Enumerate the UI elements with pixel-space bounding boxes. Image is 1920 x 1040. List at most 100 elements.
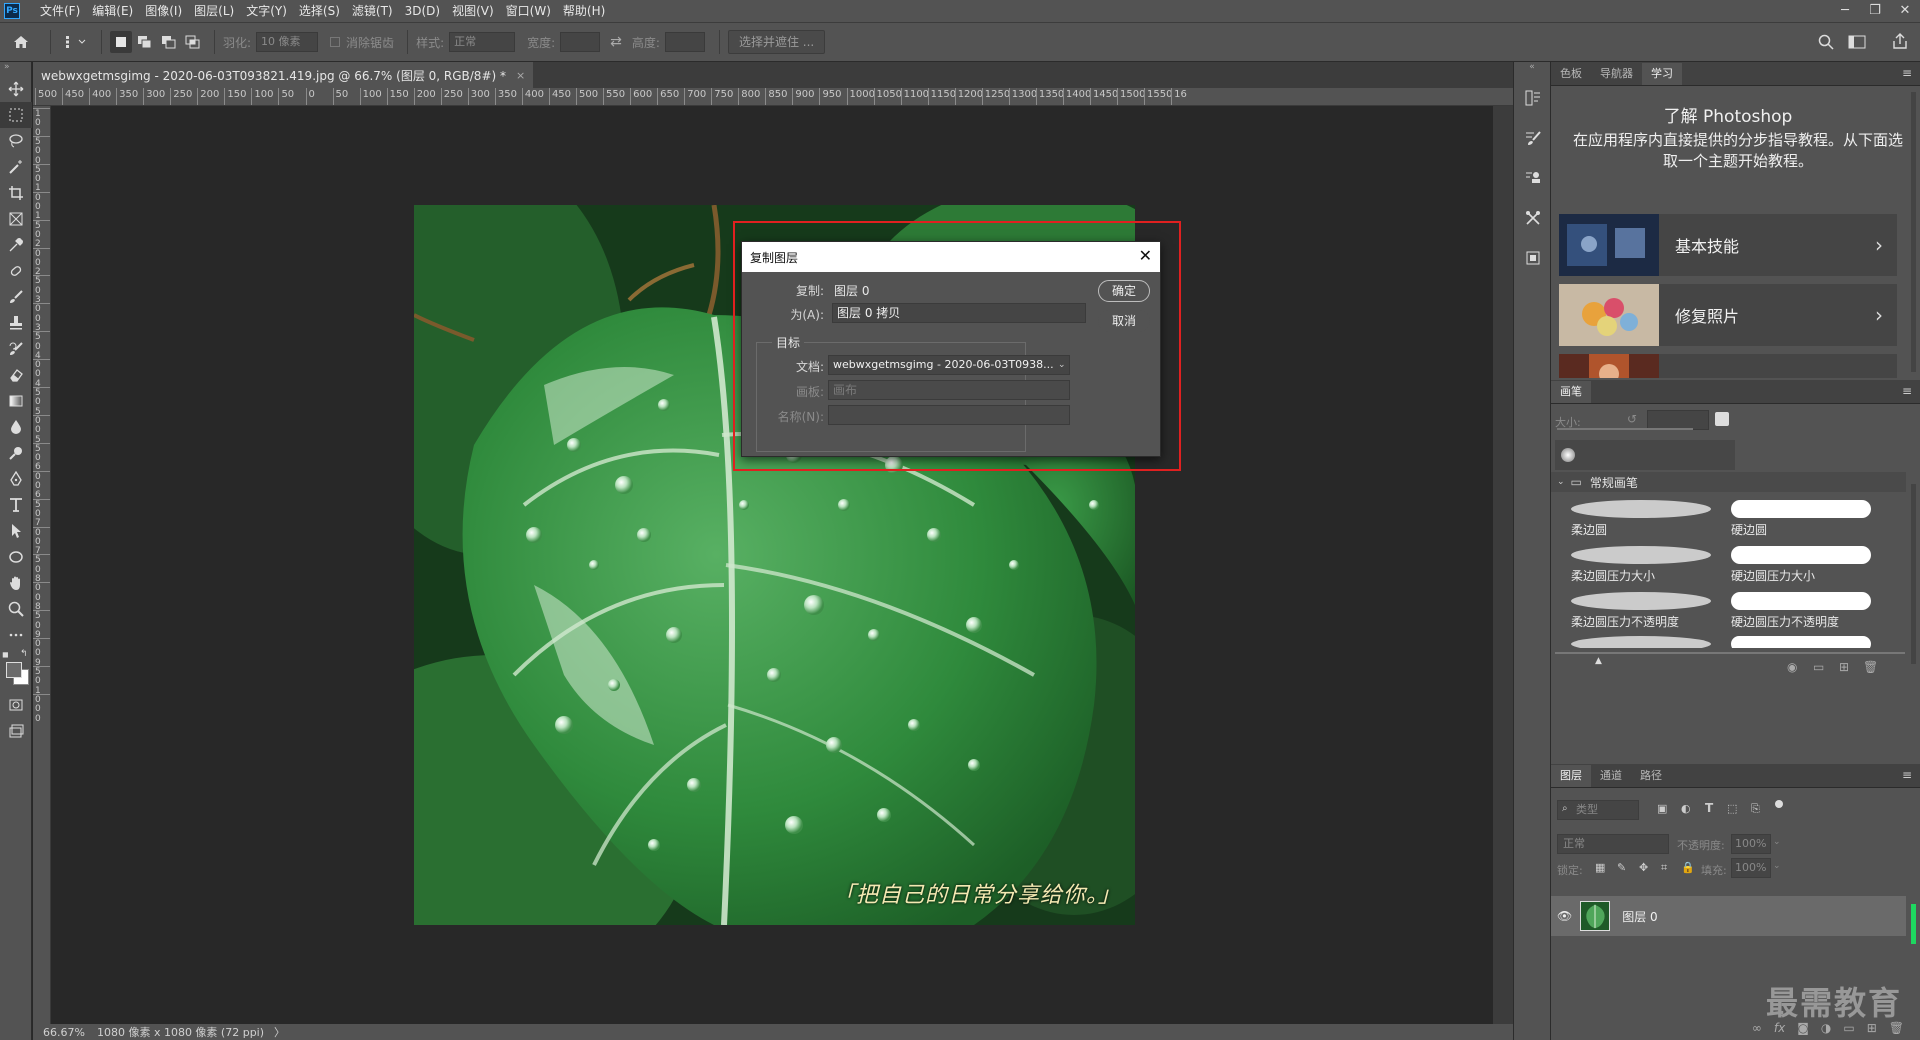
screen-mode-icon[interactable]: [0, 718, 32, 744]
slider-thumb-icon[interactable]: ▲: [1595, 656, 1602, 666]
tool-presets-panel-icon[interactable]: [1514, 198, 1552, 238]
collapse-panels-icon[interactable]: «: [1514, 62, 1550, 78]
tab-swatches[interactable]: 色板: [1551, 63, 1591, 85]
menu-edit[interactable]: 编辑(E): [86, 0, 139, 22]
eraser-tool-icon[interactable]: [0, 362, 32, 388]
reset-size-icon[interactable]: ↺: [1627, 412, 1637, 426]
brush-settings-panel-icon[interactable]: [1514, 118, 1552, 158]
menu-file[interactable]: 文件(F): [34, 0, 86, 22]
status-menu-arrow[interactable]: 〉: [274, 1024, 285, 1040]
minimize-button[interactable]: ─: [1830, 0, 1860, 22]
recent-brush-swatch[interactable]: [1561, 448, 1575, 462]
layers-scroll-indicator[interactable]: [1911, 904, 1916, 944]
lock-all-icon[interactable]: 🔒: [1681, 861, 1695, 874]
zoom-level[interactable]: 66.67%: [33, 1026, 97, 1039]
learn-scrollbar[interactable]: [1911, 92, 1916, 372]
tab-layers[interactable]: 图层: [1551, 765, 1591, 787]
ok-button[interactable]: 确定: [1098, 280, 1150, 302]
subtract-from-selection-button[interactable]: [158, 31, 180, 53]
menu-view[interactable]: 视图(V): [446, 0, 500, 22]
zoom-tool-icon[interactable]: [0, 596, 32, 622]
brush-scrollbar[interactable]: [1911, 484, 1916, 664]
filter-toggle-icon[interactable]: [1775, 800, 1783, 808]
dialog-close-icon[interactable]: ✕: [1139, 247, 1152, 265]
menu-help[interactable]: 帮助(H): [557, 0, 611, 22]
foreground-color-swatch[interactable]: [6, 662, 22, 678]
tab-channels[interactable]: 通道: [1591, 765, 1631, 787]
tab-learn[interactable]: 学习: [1642, 63, 1682, 85]
brush-item[interactable]: 柔边圆: [1567, 496, 1722, 540]
menu-3d[interactable]: 3D(D): [399, 0, 446, 22]
filter-type-icon[interactable]: T: [1705, 801, 1713, 815]
type-tool-icon[interactable]: [0, 492, 32, 518]
learn-card-fix-photos[interactable]: 修复照片 ›: [1559, 284, 1897, 346]
filter-adjustment-icon[interactable]: ◐: [1681, 802, 1691, 815]
dodge-tool-icon[interactable]: [0, 440, 32, 466]
document-tab[interactable]: webwxgetmsgimg - 2020-06-03T093821.419.j…: [33, 62, 534, 88]
document-select[interactable]: webwxgetmsgimg - 2020-06-03T0938...: [828, 355, 1070, 375]
filter-smart-object-icon[interactable]: ⎘: [1751, 802, 1760, 816]
menu-type[interactable]: 文字(Y): [240, 0, 293, 22]
height-input[interactable]: [664, 32, 705, 52]
magic-wand-tool-icon[interactable]: [0, 154, 32, 180]
hand-tool-icon[interactable]: [0, 570, 32, 596]
swap-icon[interactable]: ⇄: [610, 34, 622, 50]
add-to-selection-button[interactable]: [134, 31, 156, 53]
ellipse-tool-icon[interactable]: [0, 544, 32, 570]
visibility-eye-icon[interactable]: 👁: [1557, 909, 1572, 923]
history-panel-icon[interactable]: [1514, 78, 1552, 118]
learn-card-partial[interactable]: ›: [1559, 354, 1897, 378]
restore-button[interactable]: ❐: [1860, 0, 1890, 22]
trash-icon[interactable]: 🗑: [1863, 660, 1878, 674]
brush-item[interactable]: 硬边圆: [1727, 496, 1882, 540]
filter-pixel-icon[interactable]: ▣: [1657, 802, 1667, 815]
learn-card-basic-skills[interactable]: 基本技能 ›: [1559, 214, 1897, 276]
quick-mask-icon[interactable]: [0, 692, 32, 718]
path-selection-tool-icon[interactable]: [0, 518, 32, 544]
workspace-icon[interactable]: [1848, 34, 1866, 53]
clone-stamp-tool-icon[interactable]: [0, 310, 32, 336]
lock-position-icon[interactable]: ✥: [1639, 861, 1648, 874]
move-tool-icon[interactable]: [0, 76, 32, 102]
document-tab-close-icon[interactable]: ×: [516, 69, 525, 82]
menu-select[interactable]: 选择(S): [293, 0, 346, 22]
feather-input[interactable]: 10 像素: [256, 32, 319, 52]
menu-image[interactable]: 图像(I): [139, 0, 188, 22]
lock-image-icon[interactable]: ✎: [1617, 861, 1626, 874]
marquee-tool-icon[interactable]: [0, 102, 32, 128]
default-colors-icon[interactable]: ◼: [2, 650, 9, 659]
lasso-tool-icon[interactable]: [0, 128, 32, 154]
marquee-preset-icon[interactable]: [59, 29, 93, 55]
cancel-button[interactable]: 取消: [1098, 310, 1150, 332]
close-window-button[interactable]: ✕: [1890, 0, 1920, 22]
brush-panel-menu-icon[interactable]: ≡: [1902, 384, 1912, 398]
brush-size-input[interactable]: [1647, 410, 1709, 430]
width-input[interactable]: [560, 32, 601, 52]
style-select[interactable]: 正常: [449, 32, 516, 52]
intersect-selection-button[interactable]: [182, 31, 204, 53]
new-brush-preset-icon[interactable]: ⊞: [1839, 660, 1849, 674]
toggle-brush-preview-icon[interactable]: ◉: [1787, 660, 1797, 674]
share-icon[interactable]: [1892, 33, 1908, 52]
lock-artboard-icon[interactable]: ⌗: [1661, 861, 1667, 875]
menu-filter[interactable]: 滤镜(T): [346, 0, 399, 22]
clone-source-panel-icon[interactable]: [1514, 158, 1552, 198]
crop-tool-icon[interactable]: [0, 180, 32, 206]
learn-panel-menu-icon[interactable]: ≡: [1902, 66, 1912, 80]
opacity-input[interactable]: 100%: [1731, 834, 1771, 854]
layer-filter-select[interactable]: 类型: [1557, 800, 1639, 820]
brush-group-header[interactable]: ⌄ ▭ 常规画笔: [1551, 472, 1906, 492]
layer-row[interactable]: 👁 图层 0: [1551, 896, 1906, 936]
fill-input[interactable]: 100%: [1731, 858, 1771, 878]
healing-brush-tool-icon[interactable]: [0, 258, 32, 284]
brush-preview-size-slider[interactable]: [1555, 652, 1905, 654]
gradient-tool-icon[interactable]: [0, 388, 32, 414]
brush-size-slider[interactable]: [1557, 428, 1693, 430]
fill-chevron-icon[interactable]: ⌄: [1773, 861, 1781, 871]
search-icon[interactable]: [1818, 34, 1834, 53]
lock-transparent-icon[interactable]: ▦: [1595, 861, 1605, 874]
toolbar-collapse-icon[interactable]: »: [0, 62, 31, 76]
brush-tool-icon[interactable]: [0, 284, 32, 310]
color-swatches[interactable]: ◼ ↰: [0, 648, 31, 692]
as-name-input[interactable]: 图层 0 拷贝: [832, 303, 1086, 323]
